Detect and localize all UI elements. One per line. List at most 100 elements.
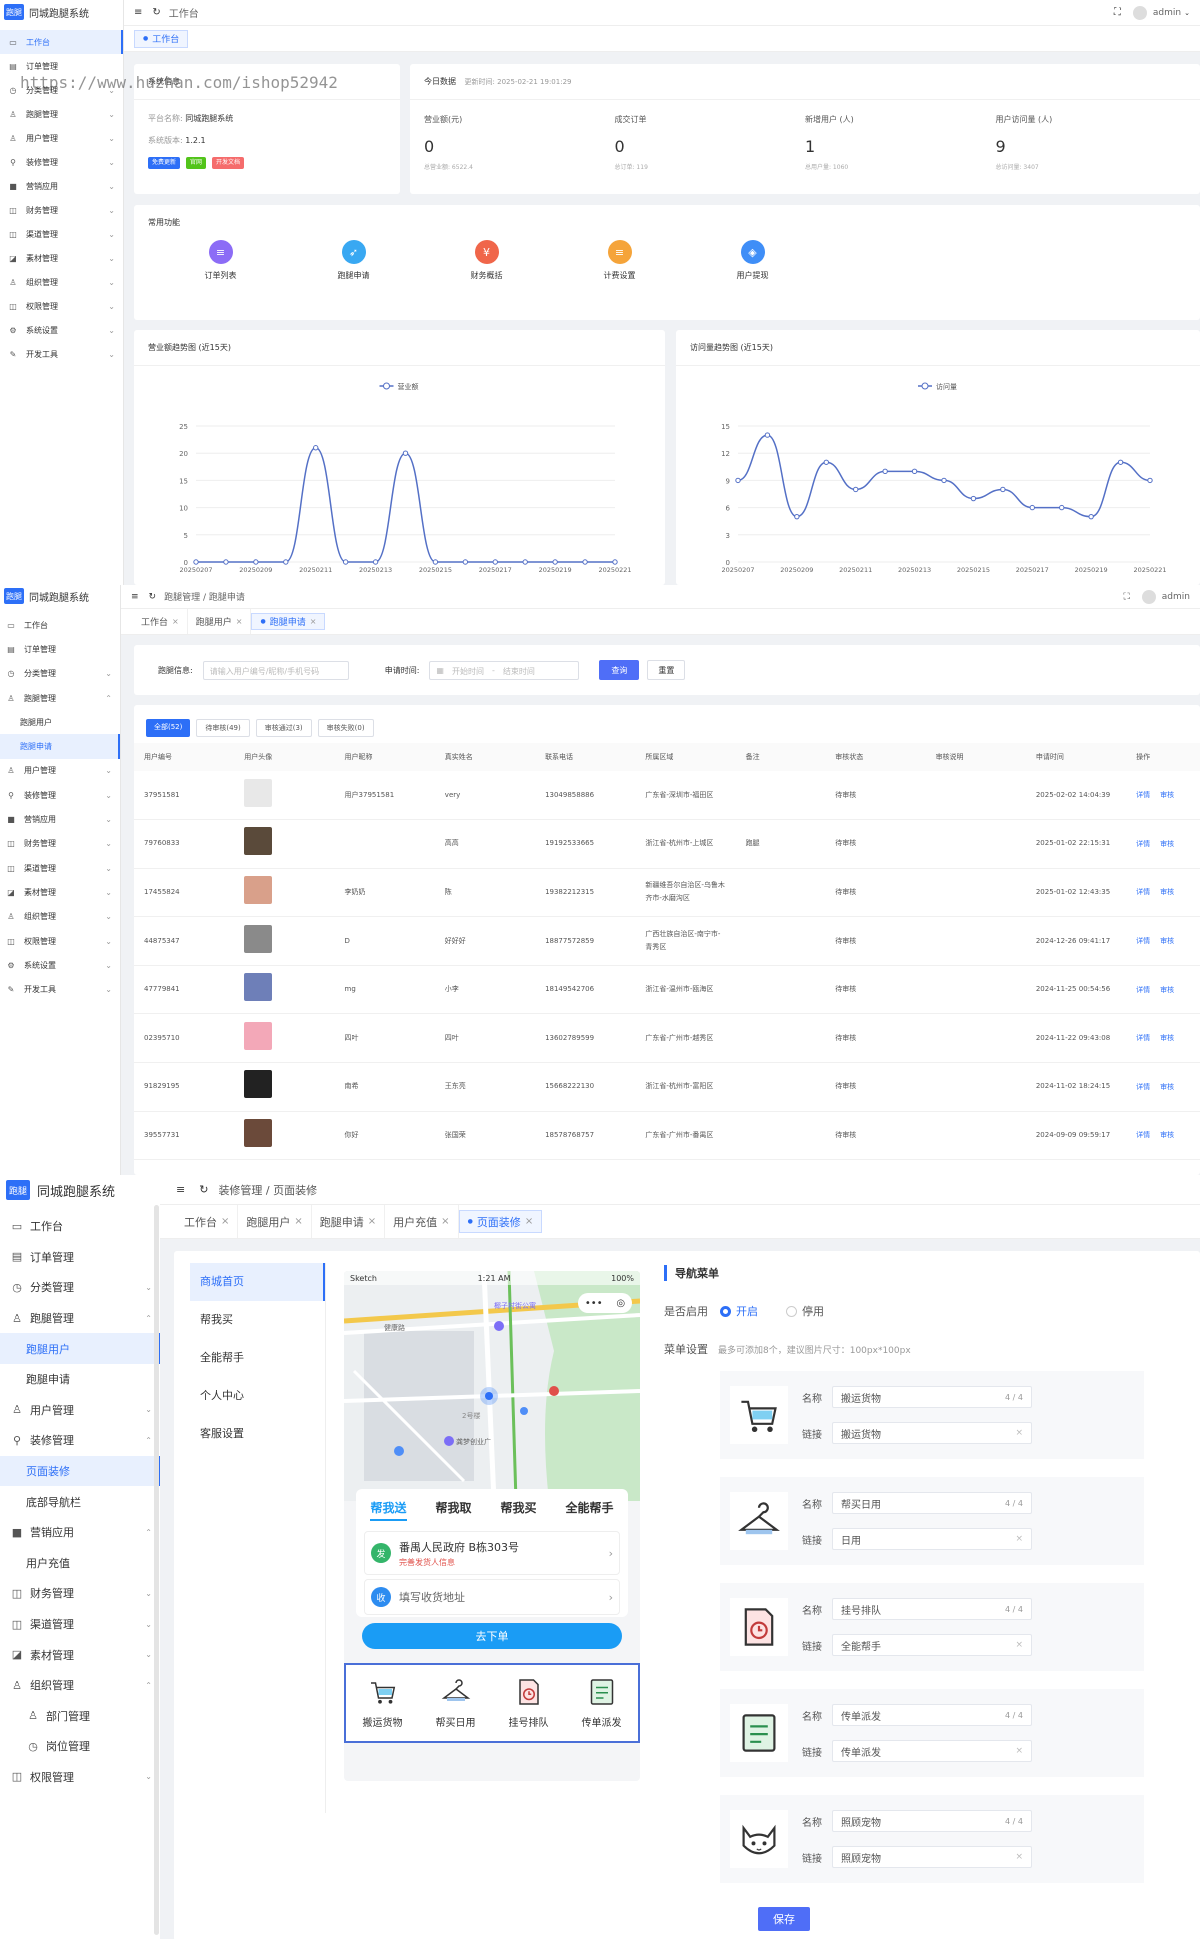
- data-point[interactable]: [283, 559, 289, 565]
- sidebar-item-7[interactable]: ⚲ 装修管理 ⌃: [0, 1425, 160, 1456]
- close-icon[interactable]: ×: [441, 1216, 449, 1227]
- data-point[interactable]: [970, 495, 977, 502]
- tab-4[interactable]: ● 页面装修 ×: [458, 1209, 543, 1234]
- review-link[interactable]: 审核: [1160, 840, 1174, 848]
- sidebar-item-6[interactable]: ♙ 用户管理 ⌄: [0, 1395, 160, 1426]
- phone-tab-2[interactable]: 帮我买: [500, 1499, 536, 1521]
- clear-icon[interactable]: ×: [1015, 1640, 1023, 1650]
- username[interactable]: admin: [1162, 592, 1190, 602]
- cart-icon[interactable]: [730, 1386, 788, 1444]
- close-icon[interactable]: ×: [310, 617, 317, 626]
- sidebar-item-8[interactable]: ◫ 渠道管理 ⌄: [0, 222, 123, 246]
- save-button[interactable]: 保存: [758, 1907, 810, 1931]
- sidebar-scrollbar[interactable]: [154, 1205, 159, 1935]
- fullscreen-icon[interactable]: ⛶: [1114, 7, 1121, 18]
- quick-item-2[interactable]: ¥ 财务概括: [420, 240, 553, 281]
- data-point[interactable]: [253, 559, 259, 565]
- sidebar-item-5[interactable]: 跑腿申请: [0, 734, 120, 760]
- sidebar-item-17[interactable]: ◷ 岗位管理: [0, 1731, 160, 1762]
- phone-nav-item-0[interactable]: 搬运货物: [363, 1677, 403, 1729]
- review-link[interactable]: 审核: [1160, 1131, 1174, 1139]
- data-point[interactable]: [941, 477, 947, 484]
- sidebar-item-7[interactable]: ◫ 财务管理 ⌄: [0, 198, 123, 222]
- review-link[interactable]: 审核: [1160, 937, 1174, 945]
- link-input[interactable]: 传单派发 ×: [832, 1740, 1032, 1762]
- detail-link[interactable]: 详情: [1136, 888, 1150, 896]
- data-point[interactable]: [432, 559, 439, 565]
- detail-link[interactable]: 详情: [1136, 986, 1150, 994]
- sidebar-item-0[interactable]: ▭ 工作台: [0, 613, 120, 637]
- info-search-input[interactable]: 请输入用户编号/昵称/手机号码: [202, 660, 349, 680]
- page-item-2[interactable]: 全能帮手: [190, 1339, 325, 1377]
- clear-icon[interactable]: ×: [1015, 1852, 1023, 1862]
- sidebar-item-13[interactable]: ◫ 权限管理 ⌄: [0, 929, 120, 953]
- badge-1[interactable]: 官网: [186, 157, 207, 169]
- menu-toggle-icon[interactable]: ≡: [131, 592, 139, 602]
- name-input[interactable]: 照顾宠物 4 / 4: [832, 1810, 1032, 1832]
- quick-item-3[interactable]: ≡ 计费设置: [553, 240, 686, 281]
- review-link[interactable]: 审核: [1160, 1083, 1174, 1091]
- review-link[interactable]: 审核: [1160, 888, 1174, 896]
- close-icon[interactable]: ×: [221, 1216, 229, 1227]
- sidebar-item-7[interactable]: ⚲ 装修管理 ⌄: [0, 783, 120, 807]
- tab-3[interactable]: 用户充值 ×: [385, 1205, 459, 1238]
- review-link[interactable]: 审核: [1160, 791, 1174, 799]
- sidebar-item-2[interactable]: ◷ 分类管理 ⌄: [0, 662, 120, 686]
- badge-2[interactable]: 开发文档: [212, 157, 245, 169]
- sidebar-item-15[interactable]: ✎ 开发工具 ⌄: [0, 977, 120, 1001]
- sidebar-item-5[interactable]: 跑腿申请: [0, 1364, 160, 1395]
- data-point[interactable]: [1059, 504, 1065, 511]
- close-icon[interactable]: ×: [294, 1216, 302, 1227]
- phone-tab-3[interactable]: 全能帮手: [565, 1499, 613, 1521]
- mini-program-capsule[interactable]: ••• ◎: [578, 1293, 632, 1313]
- sidebar-item-15[interactable]: ♙ 组织管理 ⌃: [0, 1670, 160, 1701]
- data-point[interactable]: [492, 559, 498, 565]
- breadcrumb-home[interactable]: 工作台: [169, 5, 199, 20]
- data-point[interactable]: [1088, 513, 1094, 520]
- sidebar-item-12[interactable]: ◫ 财务管理 ⌄: [0, 1578, 160, 1609]
- phone-tab-0[interactable]: 帮我送: [370, 1499, 407, 1521]
- reset-button[interactable]: 重置: [647, 660, 686, 680]
- data-point[interactable]: [612, 559, 618, 565]
- data-point[interactable]: [342, 559, 349, 565]
- data-point[interactable]: [1000, 486, 1006, 493]
- sidebar-item-0[interactable]: ▭ 工作台: [0, 1211, 160, 1242]
- sidebar-item-12[interactable]: ♙ 组织管理 ⌄: [0, 905, 120, 929]
- quick-item-0[interactable]: ≡ 订单列表: [154, 240, 287, 281]
- data-point[interactable]: [735, 477, 741, 484]
- legend-label[interactable]: 营业额: [398, 382, 419, 391]
- name-input[interactable]: 搬运货物 4 / 4: [832, 1386, 1032, 1408]
- data-point[interactable]: [522, 559, 528, 565]
- link-input[interactable]: 搬运货物 ×: [832, 1422, 1032, 1444]
- fullscreen-icon[interactable]: ⛶: [1123, 592, 1129, 602]
- refresh-icon[interactable]: ↻: [152, 7, 160, 18]
- cat-icon[interactable]: [730, 1810, 788, 1868]
- sidebar-item-14[interactable]: ⚙ 系统设置 ⌄: [0, 953, 120, 977]
- tab-0[interactable]: 工作台 ×: [176, 1205, 239, 1238]
- phone-nav-item-1[interactable]: 帮买日用: [436, 1677, 476, 1729]
- sidebar-item-11[interactable]: ◫ 权限管理 ⌄: [0, 294, 123, 318]
- sidebar-item-9[interactable]: ◪ 素材管理 ⌄: [0, 246, 123, 270]
- sidebar-item-11[interactable]: 用户充值: [0, 1548, 160, 1579]
- data-point[interactable]: [313, 445, 319, 451]
- date-range-picker[interactable]: ▦ 开始时间 - 结束时间: [429, 660, 580, 680]
- data-point[interactable]: [764, 432, 771, 438]
- sidebar-item-9[interactable]: 底部导航栏: [0, 1486, 160, 1517]
- name-input[interactable]: 帮买日用 4 / 4: [832, 1492, 1032, 1514]
- tab-workbench[interactable]: ● 工作台: [134, 29, 189, 48]
- sidebar-item-6[interactable]: ♙ 用户管理 ⌄: [0, 759, 120, 783]
- hanger-icon[interactable]: [730, 1492, 788, 1550]
- sidebar-item-13[interactable]: ✎ 开发工具 ⌄: [0, 342, 123, 366]
- data-point[interactable]: [911, 468, 918, 475]
- sidebar-item-14[interactable]: ◪ 素材管理 ⌄: [0, 1639, 160, 1670]
- page-item-4[interactable]: 客服设置: [190, 1415, 325, 1453]
- data-point[interactable]: [794, 513, 800, 520]
- tab-2[interactable]: 跑腿申请 ×: [312, 1205, 386, 1238]
- legend-marker[interactable]: [921, 382, 929, 390]
- detail-link[interactable]: 详情: [1136, 937, 1150, 945]
- close-icon[interactable]: ×: [525, 1216, 533, 1227]
- receiver-row[interactable]: 收 填写收货地址 ›: [364, 1579, 620, 1615]
- status-tab-1[interactable]: 待审核(49): [196, 719, 250, 737]
- data-point[interactable]: [193, 559, 199, 565]
- radio-on[interactable]: [720, 1305, 731, 1317]
